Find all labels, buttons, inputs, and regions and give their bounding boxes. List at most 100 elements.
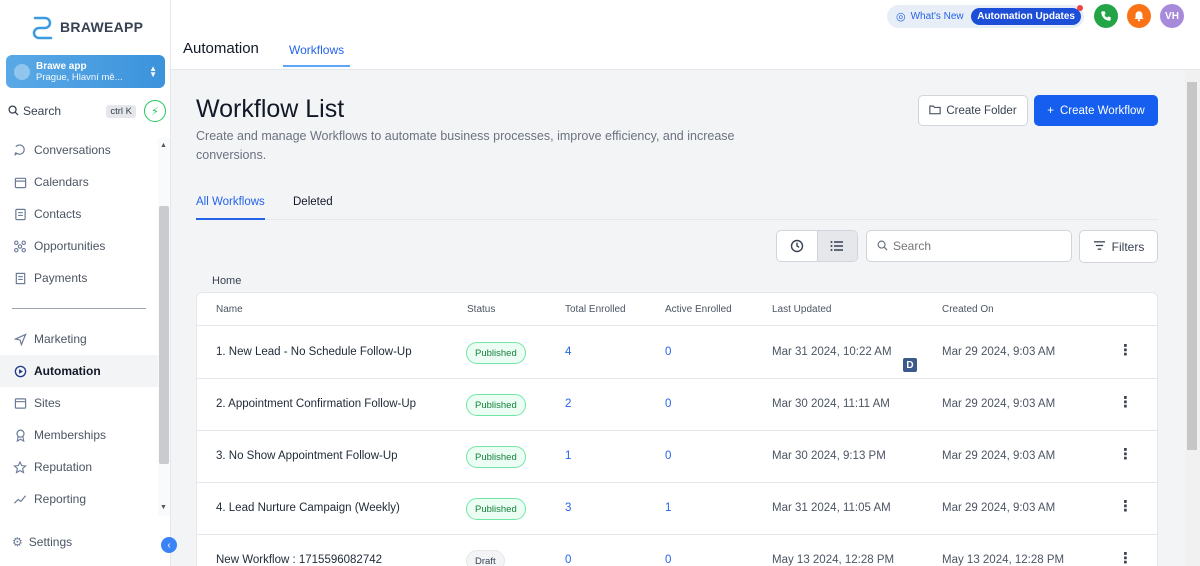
column-header-status[interactable]: Status (467, 304, 495, 315)
more-options-icon[interactable]: ⋮ (1118, 446, 1133, 464)
create-folder-button[interactable]: Create Folder (918, 95, 1028, 126)
sidebar-item-memberships[interactable]: Memberships (0, 419, 158, 451)
sidebar-scrollbar-thumb[interactable] (159, 206, 169, 464)
automation-updates-pill[interactable]: Automation Updates (971, 5, 1083, 25)
workflow-name[interactable]: 2. Appointment Confirmation Follow-Up (216, 398, 416, 410)
total-enrolled[interactable]: 3 (565, 502, 571, 514)
search-input[interactable] (893, 239, 1053, 253)
sidebar-item-conversations[interactable]: Conversations (0, 134, 158, 166)
total-enrolled[interactable]: 4 (565, 346, 571, 358)
filters-label: Filters (1111, 239, 1145, 254)
active-enrolled[interactable]: 0 (665, 398, 671, 410)
total-enrolled[interactable]: 1 (565, 450, 571, 462)
sidebar-item-reporting[interactable]: Reporting (0, 483, 158, 515)
floating-d-badge[interactable]: D (903, 358, 917, 372)
workflow-name[interactable]: New Workflow : 1715596082742 (216, 554, 382, 566)
logo-mark-icon (30, 14, 56, 40)
scroll-down-icon[interactable]: ▼ (160, 504, 167, 511)
page-scrollbar[interactable] (1185, 70, 1200, 566)
created-on: May 13 2024, 12:28 PM (942, 554, 1065, 566)
sidebar-item-opportunities[interactable]: Opportunities (0, 230, 158, 262)
table-row[interactable]: 2. Appointment Confirmation Follow-Up Pu… (197, 379, 1157, 431)
last-updated: May 13 2024, 12:28 PM (772, 554, 895, 566)
column-header-active-enrolled[interactable]: Active Enrolled (665, 304, 732, 315)
column-header-created-on[interactable]: Created On (942, 304, 994, 315)
whats-new-label: What's New (910, 11, 964, 22)
account-switcher[interactable]: Brawe app Prague, Hlavní mě... ▲ ▼ (6, 55, 165, 88)
more-options-icon[interactable]: ⋮ (1118, 342, 1133, 360)
gear-icon: ⚙ (12, 535, 23, 549)
more-options-icon[interactable]: ⋮ (1118, 498, 1133, 516)
table-row[interactable]: 3. No Show Appointment Follow-Up Publish… (197, 431, 1157, 483)
created-on: Mar 29 2024, 9:03 AM (942, 450, 1056, 462)
sidebar-item-automation[interactable]: Automation (0, 355, 158, 387)
created-on: Mar 29 2024, 9:03 AM (942, 398, 1056, 410)
active-enrolled[interactable]: 0 (665, 346, 671, 358)
bell-icon[interactable] (1127, 4, 1151, 28)
search-icon (877, 239, 888, 254)
sidebar-item-payments[interactable]: Payments (0, 262, 158, 294)
whats-new-banner[interactable]: ◎ What's New Automation Updates (887, 5, 1084, 28)
sidebar-item-label: Reporting (34, 492, 87, 506)
quick-actions-bolt-icon[interactable]: ⚡ (144, 100, 166, 122)
phone-icon[interactable] (1094, 4, 1118, 28)
sidebar-search[interactable]: Search ctrl K ⚡ (8, 100, 166, 122)
calendar-icon (12, 174, 28, 190)
table-row[interactable]: 4. Lead Nurture Campaign (Weekly) Publis… (197, 483, 1157, 535)
create-workflow-button[interactable]: + Create Workflow (1034, 95, 1158, 126)
tab-deleted[interactable]: Deleted (293, 196, 333, 220)
total-enrolled[interactable]: 0 (565, 554, 571, 566)
sidebar-item-sites[interactable]: Sites (0, 387, 158, 419)
last-updated: Mar 31 2024, 10:22 AM (772, 346, 892, 358)
status-badge: Published (466, 342, 526, 364)
megaphone-icon: ◎ (896, 11, 906, 23)
total-enrolled[interactable]: 2 (565, 398, 571, 410)
more-options-icon[interactable]: ⋮ (1118, 394, 1133, 412)
table-row[interactable]: 1. New Lead - No Schedule Follow-Up Publ… (197, 327, 1157, 379)
sidebar-search-label: Search (23, 104, 62, 118)
breadcrumb[interactable]: Home (212, 275, 241, 287)
chart-icon (12, 491, 28, 507)
page-scrollbar-thumb[interactable] (1187, 82, 1197, 450)
active-enrolled[interactable]: 1 (665, 502, 671, 514)
clock-icon[interactable] (777, 231, 817, 261)
tab-all-workflows[interactable]: All Workflows (196, 196, 265, 220)
chat-icon (12, 142, 28, 158)
workflow-name[interactable]: 3. No Show Appointment Follow-Up (216, 450, 398, 462)
collapse-sidebar-icon[interactable]: ‹ (161, 537, 177, 553)
column-header-name[interactable]: Name (216, 304, 243, 315)
brand-logo[interactable]: BRAWEAPP (30, 14, 143, 40)
workflow-name[interactable]: 1. New Lead - No Schedule Follow-Up (216, 346, 412, 358)
table-row[interactable]: New Workflow : 1715596082742 Draft 0 0 M… (197, 535, 1157, 566)
page-description: Create and manage Workflows to automate … (196, 129, 735, 162)
sidebar-item-settings[interactable]: ⚙ Settings (12, 535, 72, 549)
tab-workflows[interactable]: Workflows (283, 35, 351, 67)
status-badge: Draft (466, 550, 505, 566)
top-header: Automation Workflows ◎ What's New Automa… (171, 0, 1200, 70)
user-avatar[interactable]: VH (1160, 4, 1184, 28)
sidebar-item-marketing[interactable]: Marketing (0, 323, 158, 355)
more-options-icon[interactable]: ⋮ (1118, 550, 1133, 566)
created-on: Mar 29 2024, 9:03 AM (942, 502, 1056, 514)
last-updated: Mar 31 2024, 11:05 AM (772, 502, 891, 514)
scroll-up-icon[interactable]: ▲ (160, 142, 167, 149)
notification-dot (1077, 5, 1083, 11)
account-location: Prague, Hlavní mě... (36, 71, 123, 83)
list-view-icon[interactable] (816, 231, 857, 261)
send-icon (12, 331, 28, 347)
active-enrolled[interactable]: 0 (665, 450, 671, 462)
sidebar-item-label: Contacts (34, 207, 82, 221)
sidebar-item-contacts[interactable]: Contacts (0, 198, 158, 230)
workflow-name[interactable]: 4. Lead Nurture Campaign (Weekly) (216, 502, 400, 514)
filters-button[interactable]: Filters (1079, 230, 1158, 263)
sidebar-item-reputation[interactable]: Reputation (0, 451, 158, 483)
memberships-icon (12, 427, 28, 443)
column-header-last-updated[interactable]: Last Updated (772, 304, 832, 315)
sidebar-item-label: Memberships (34, 428, 107, 442)
active-enrolled[interactable]: 0 (665, 554, 671, 566)
last-updated: Mar 30 2024, 9:13 PM (772, 450, 886, 462)
payments-icon (12, 270, 28, 286)
column-header-total-enrolled[interactable]: Total Enrolled (565, 304, 626, 315)
sidebar-item-calendars[interactable]: Calendars (0, 166, 158, 198)
filter-icon (1093, 240, 1106, 254)
